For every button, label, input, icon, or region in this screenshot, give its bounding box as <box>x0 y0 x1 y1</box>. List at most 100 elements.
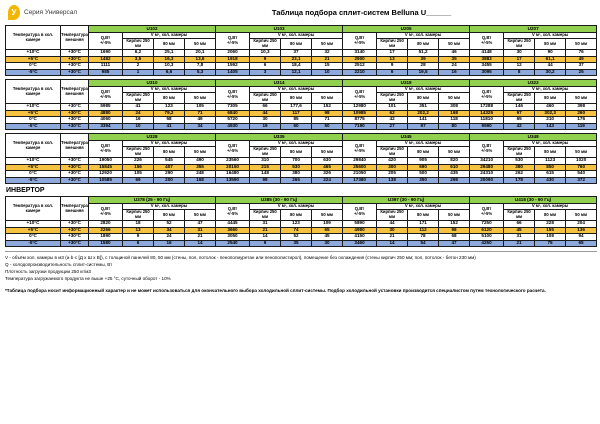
capacity-value: 10585 <box>89 177 123 184</box>
temp-chamber-column-header: Температура в хол. камере <box>6 197 61 221</box>
capacity-value: 1580 <box>89 240 123 247</box>
document-header: У Серия Универсал Таблица подбора сплит-… <box>5 3 596 25</box>
volume-value: 75 <box>535 240 566 247</box>
capacity-value: 3394 <box>89 123 123 130</box>
model-header: U418 (30 - 90 Гц) <box>470 197 597 204</box>
data-row: -5°С+30°С1058569200168135909826522417380… <box>6 177 597 184</box>
wall-type-header: Кирпич 250 мм <box>377 210 408 221</box>
capacity-value: 2210 <box>343 69 377 76</box>
volume-value: 16 <box>154 240 185 247</box>
model-header: U348 <box>470 134 597 141</box>
volume-value: 65 <box>566 240 597 247</box>
data-row: -5°С+30°С3394104134493019605071902797809… <box>6 123 597 130</box>
capacity-value: 4930 <box>216 123 250 130</box>
selection-table: Температура в хол. камереТемпература вне… <box>5 133 597 184</box>
wall-type-header: 50 мм <box>185 147 216 158</box>
brand-logo-icon: У <box>8 5 20 20</box>
model-header: U335 <box>216 134 343 141</box>
capacity-value: 985 <box>89 69 123 76</box>
wall-type-header: 50 мм <box>439 147 470 158</box>
volume-value: 6 <box>377 69 408 76</box>
selection-table-section-2: Температура в хол. камереТемпература вне… <box>5 79 596 130</box>
volume-value: 97 <box>408 123 439 130</box>
chamber-temp-value: -5°С <box>6 240 61 247</box>
wall-type-header: 50 мм <box>312 210 343 221</box>
volume-value: 10 <box>312 69 343 76</box>
volume-value: 50 <box>312 123 343 130</box>
wall-type-header: 80 мм <box>281 39 312 50</box>
volume-value: 69 <box>123 177 154 184</box>
wall-type-header: Кирпич 250 мм <box>123 210 154 221</box>
footnote-divider <box>5 251 597 252</box>
wall-type-header: 80 мм <box>154 93 185 104</box>
wall-type-header: Кирпич 250 мм <box>377 93 408 104</box>
wall-type-header: Кирпич 250 мм <box>504 210 535 221</box>
series-label: Серия Универсал <box>24 9 77 16</box>
document-page: У Серия Универсал Таблица подбора сплит-… <box>0 0 600 294</box>
volume-value: 224 <box>312 177 343 184</box>
wall-type-header: 80 мм <box>154 147 185 158</box>
model-header: U378 (25 - 90 Гц) <box>89 197 216 204</box>
data-row: -5°С+30°С98516,65,31405312,1102210619,51… <box>6 69 597 76</box>
model-header: U318 <box>343 80 470 87</box>
outdoor-temp-value: +30°С <box>61 69 89 76</box>
data-row: -5°С+30°С1580616142540935303460145447425… <box>6 240 597 247</box>
wall-type-header: 50 мм <box>439 39 470 50</box>
volume-value: 138 <box>377 177 408 184</box>
wall-type-header: 50 мм <box>185 210 216 221</box>
wall-type-header: 50 мм <box>185 93 216 104</box>
volume-value: 80 <box>439 123 470 130</box>
inverter-heading: ИНВЕРТОР <box>6 187 596 194</box>
wall-type-header: 50 мм <box>566 210 597 221</box>
volume-value: 10 <box>123 123 154 130</box>
capacity-column-header: Q,Вт +/-5% <box>216 87 250 104</box>
temp-outdoor-column-header: Температура внешняя <box>61 80 89 104</box>
footnote-line-2: Q - холодопроизводительность сплит-систе… <box>5 262 595 269</box>
footnote-line-3: Плотность загрузки продукции 250 кг/м3 <box>5 269 595 276</box>
model-header: U322 <box>470 80 597 87</box>
volume-value: 19 <box>250 123 281 130</box>
wall-type-header: 50 мм <box>312 147 343 158</box>
model-header: U328 <box>89 134 216 141</box>
chamber-temp-value: -5°С <box>6 69 61 76</box>
selection-table-section-3: Температура в хол. камереТемпература вне… <box>5 133 596 184</box>
capacity-value: 3095 <box>470 69 504 76</box>
volume-value: 5,3 <box>185 69 216 76</box>
capacity-column-header: Q,Вт +/-5% <box>89 87 123 104</box>
model-header: U207 <box>470 26 597 33</box>
outdoor-temp-value: +30°С <box>61 177 89 184</box>
volume-value: 3 <box>250 69 281 76</box>
model-header: U397 (30 - 90 Гц) <box>343 197 470 204</box>
wall-type-header: 50 мм <box>439 210 470 221</box>
wall-type-header: Кирпич 250 мм <box>250 39 281 50</box>
wall-type-header: 80 мм <box>535 147 566 158</box>
model-header: U314 <box>216 80 343 87</box>
wall-type-header: Кирпич 250 мм <box>123 93 154 104</box>
wall-type-header: Кирпич 250 мм <box>250 93 281 104</box>
volume-value: 298 <box>439 177 470 184</box>
capacity-value: 13590 <box>216 177 250 184</box>
outdoor-temp-value: +30°С <box>61 240 89 247</box>
footnote-line-1: V - объём хол. камеры в м3 (a·b·c [Д х Ш… <box>5 255 595 262</box>
wall-type-header: 80 мм <box>154 39 185 50</box>
selection-table-section-inverter: Температура в хол. камереТемпература вне… <box>5 196 596 247</box>
volume-value: 25 <box>566 69 597 76</box>
volume-value: 19,5 <box>408 69 439 76</box>
capacity-value: 4250 <box>470 240 504 247</box>
capacity-column-header: Q,Вт +/-5% <box>343 33 377 50</box>
capacity-column-header: Q,Вт +/-5% <box>343 204 377 221</box>
volume-value: 6 <box>123 240 154 247</box>
wall-type-header: 80 мм <box>535 39 566 50</box>
capacity-column-header: Q,Вт +/-5% <box>89 141 123 158</box>
wall-type-header: 80 мм <box>408 93 439 104</box>
temp-outdoor-column-header: Температура внешняя <box>61 26 89 50</box>
capacity-column-header: Q,Вт +/-5% <box>216 33 250 50</box>
disclaimer-note: *Таблица подбора носит информационный ха… <box>5 288 595 294</box>
wall-type-header: Кирпич 250 мм <box>250 210 281 221</box>
capacity-value: 1405 <box>216 69 250 76</box>
temp-chamber-column-header: Температура в хол. камере <box>6 80 61 104</box>
capacity-value: 3460 <box>343 240 377 247</box>
footnote-line-4: Температура загружаемого продукта не выш… <box>5 276 595 283</box>
capacity-column-header: Q,Вт +/-5% <box>470 204 504 221</box>
volume-value: 14 <box>185 240 216 247</box>
